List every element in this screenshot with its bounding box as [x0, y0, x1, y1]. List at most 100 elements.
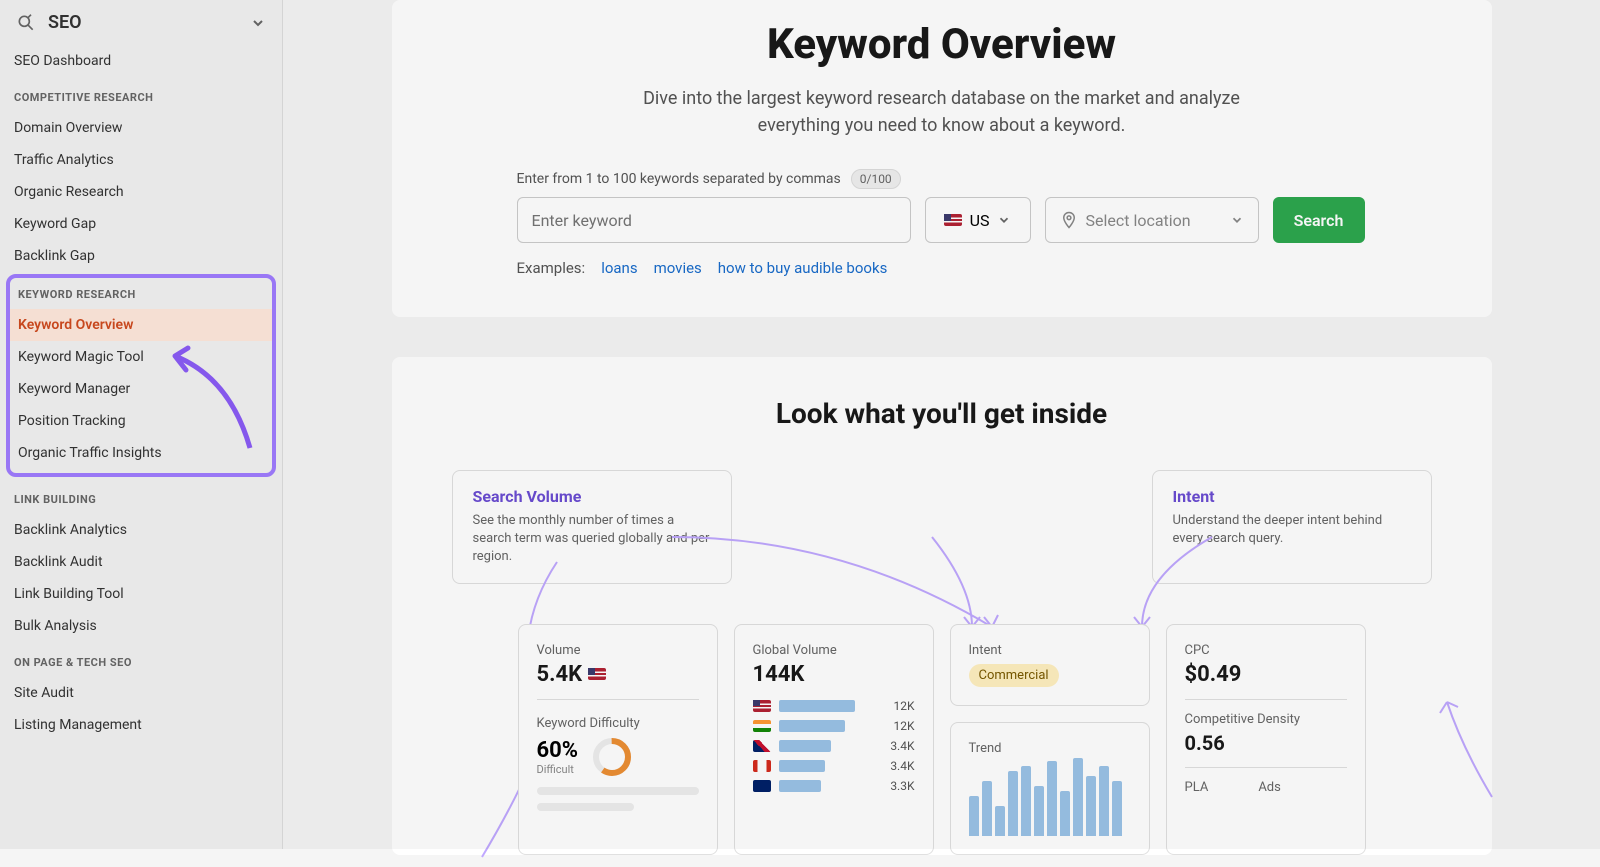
country-volume-value: 3.4K	[890, 759, 914, 773]
sidebar-item-keyword-gap[interactable]: Keyword Gap	[0, 208, 282, 240]
trend-bar	[1060, 791, 1070, 836]
country-volume-row: 3.3K	[753, 779, 915, 793]
metric-intent-card: Intent Commercial	[950, 624, 1150, 706]
location-placeholder: Select location	[1086, 211, 1191, 230]
section-keyword: KEYWORD RESEARCH	[10, 282, 272, 309]
sidebar-header[interactable]: SEO	[0, 0, 282, 45]
examples-label: Examples:	[517, 259, 586, 277]
metric-global-card: Global Volume 144K 12K 12K 3.4K 3.4K 3.3…	[734, 624, 934, 855]
country-volume-value: 12K	[893, 719, 914, 733]
trend-bar	[982, 781, 992, 836]
sidebar-item-listing-management[interactable]: Listing Management	[0, 709, 282, 741]
sidebar-item-organic-research[interactable]: Organic Research	[0, 176, 282, 208]
hero-card: Keyword Overview Dive into the largest k…	[392, 0, 1492, 317]
flag-in-icon	[753, 720, 771, 732]
sidebar-item-site-audit[interactable]: Site Audit	[0, 677, 282, 709]
kd-label: Keyword Difficulty	[537, 716, 699, 731]
volume-label: Volume	[537, 643, 699, 658]
example-link-loans[interactable]: loans	[601, 259, 637, 277]
metric-cpc-card: CPC $0.49 Competitive Density 0.56 PLA A…	[1166, 624, 1366, 855]
sidebar-item-backlink-audit[interactable]: Backlink Audit	[0, 546, 282, 578]
sidebar-item-position-tracking[interactable]: Position Tracking	[10, 405, 272, 437]
feature-intent-desc: Understand the deeper intent behind ever…	[1173, 512, 1411, 548]
pla-label: PLA	[1185, 780, 1209, 795]
chevron-down-icon	[250, 15, 266, 31]
sidebar: SEO SEO Dashboard COMPETITIVE RESEARCH D…	[0, 0, 283, 849]
country-select[interactable]: US	[925, 197, 1031, 243]
sidebar-item-backlink-gap[interactable]: Backlink Gap	[0, 240, 282, 272]
sidebar-item-traffic-analytics[interactable]: Traffic Analytics	[0, 144, 282, 176]
volume-bar	[779, 720, 845, 732]
volume-bar	[779, 700, 855, 712]
section-onpage: ON PAGE & TECH SEO	[0, 642, 282, 677]
main-content: Keyword Overview Dive into the largest k…	[283, 0, 1600, 849]
chevron-down-icon	[997, 213, 1011, 227]
trend-bar	[1021, 766, 1031, 836]
cd-value: 0.56	[1185, 731, 1347, 755]
sidebar-title: SEO	[48, 12, 238, 33]
sidebar-item-keyword-magic[interactable]: Keyword Magic Tool	[10, 341, 272, 373]
trend-bar	[1099, 766, 1109, 836]
sidebar-item-domain-overview[interactable]: Domain Overview	[0, 112, 282, 144]
sidebar-item-link-building-tool[interactable]: Link Building Tool	[0, 578, 282, 610]
trend-bar	[1008, 771, 1018, 836]
flag-us-icon	[753, 700, 771, 712]
volume-value: 5.4K	[537, 662, 583, 687]
global-value: 144K	[753, 662, 915, 687]
global-label: Global Volume	[753, 643, 915, 658]
feature-search-volume: Search Volume See the monthly number of …	[452, 470, 732, 584]
trend-bar	[1034, 786, 1044, 836]
flag-au-icon	[753, 780, 771, 792]
sidebar-item-backlink-analytics[interactable]: Backlink Analytics	[0, 514, 282, 546]
sidebar-item-seo-dashboard[interactable]: SEO Dashboard	[0, 45, 282, 77]
input-hint: Enter from 1 to 100 keywords separated b…	[517, 171, 841, 187]
country-volume-value: 12K	[893, 699, 914, 713]
ads-label: Ads	[1258, 780, 1281, 795]
trend-bar	[1073, 758, 1083, 836]
metric-volume-card: Volume 5.4K Keyword Difficulty 60% Diffi…	[518, 624, 718, 855]
feature-sv-title: Search Volume	[473, 487, 711, 506]
volume-bar	[779, 760, 825, 772]
section-competitive: COMPETITIVE RESEARCH	[0, 77, 282, 112]
country-code: US	[970, 211, 990, 230]
volume-bar	[779, 740, 831, 752]
trend-bar	[1112, 781, 1122, 836]
volume-bar	[779, 780, 821, 792]
country-volume-row: 3.4K	[753, 759, 915, 773]
seo-icon	[16, 13, 36, 33]
cd-label: Competitive Density	[1185, 712, 1347, 727]
example-link-movies[interactable]: movies	[654, 259, 702, 277]
section-link: LINK BUILDING	[0, 479, 282, 514]
country-volume-value: 3.3K	[890, 779, 914, 793]
keyword-counter: 0/100	[851, 169, 901, 189]
sidebar-item-keyword-overview[interactable]: Keyword Overview	[10, 309, 272, 341]
country-volume-row: 12K	[753, 719, 915, 733]
country-volume-row: 3.4K	[753, 739, 915, 753]
cpc-value: $0.49	[1185, 662, 1347, 687]
page-title: Keyword Overview	[452, 20, 1432, 69]
intent-label: Intent	[969, 643, 1131, 658]
kd-value: 60%	[537, 738, 579, 763]
example-link-audible[interactable]: how to buy audible books	[718, 259, 888, 277]
sidebar-item-bulk-analysis[interactable]: Bulk Analysis	[0, 610, 282, 642]
country-volume-row: 12K	[753, 699, 915, 713]
flag-gb-icon	[753, 740, 771, 752]
cpc-label: CPC	[1185, 643, 1347, 658]
intent-badge: Commercial	[969, 664, 1059, 687]
keyword-input[interactable]	[517, 197, 911, 243]
kd-difficulty: Difficult	[537, 763, 579, 776]
country-volume-value: 3.4K	[890, 739, 914, 753]
search-button[interactable]: Search	[1273, 197, 1365, 243]
metric-trend-card: Trend	[950, 722, 1150, 855]
sidebar-item-organic-traffic-insights[interactable]: Organic Traffic Insights	[10, 437, 272, 469]
difficulty-donut-icon	[590, 735, 634, 779]
sidebar-item-keyword-manager[interactable]: Keyword Manager	[10, 373, 272, 405]
chevron-down-icon	[1230, 213, 1244, 227]
trend-bar	[1086, 776, 1096, 836]
location-select[interactable]: Select location	[1045, 197, 1259, 243]
location-pin-icon	[1060, 211, 1078, 229]
page-desc: Dive into the largest keyword research d…	[622, 85, 1262, 139]
trend-label: Trend	[969, 741, 1131, 756]
feature-intent: Intent Understand the deeper intent behi…	[1152, 470, 1432, 584]
feature-intent-title: Intent	[1173, 487, 1411, 506]
